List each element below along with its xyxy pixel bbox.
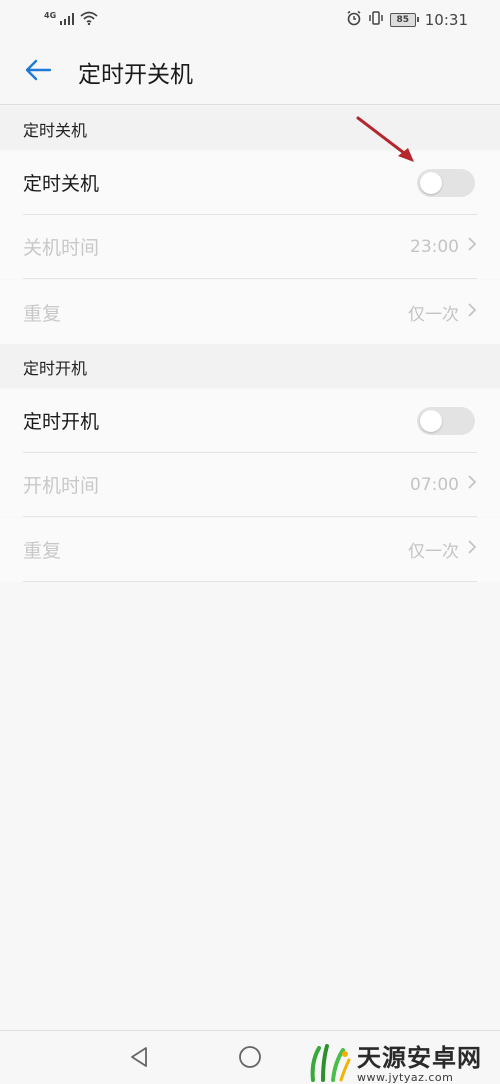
triangle-back-icon: [128, 1045, 150, 1073]
screen: 4G 85 10:31 定时开关机 定时关机 定时关机 关机时间 23:00 重…: [0, 0, 500, 1084]
shutdown-repeat-row[interactable]: 重复 仅一次: [0, 280, 500, 344]
boot-repeat-value: 仅一次: [408, 542, 459, 562]
battery-icon: 85: [389, 13, 419, 27]
boot-time-label: 开机时间: [23, 475, 100, 497]
boot-repeat-value-group: 仅一次: [408, 537, 477, 562]
boot-repeat-row[interactable]: 重复 仅一次: [0, 518, 500, 582]
app-header: 定时开关机: [0, 40, 500, 105]
circle-home-icon: [237, 1044, 263, 1074]
watermark-url: www.jytyaz.com: [357, 1070, 454, 1084]
shutdown-toggle-label: 定时关机: [23, 173, 100, 195]
boot-toggle-label: 定时开机: [23, 411, 100, 433]
chevron-right-icon: [467, 236, 477, 257]
toggle-knob: [420, 171, 442, 194]
clock: 10:31: [424, 11, 468, 29]
boot-time-value: 07:00: [410, 474, 459, 495]
section-header-shutdown: 定时关机: [0, 106, 500, 150]
toggle-knob: [420, 409, 442, 432]
shutdown-repeat-value: 仅一次: [408, 304, 459, 325]
status-bar: 4G 85 10:31: [0, 0, 500, 40]
shutdown-time-row[interactable]: 关机时间 23:00: [0, 215, 500, 279]
shutdown-toggle-switch[interactable]: [417, 168, 475, 197]
shutdown-time-value: 23:00: [410, 236, 459, 257]
arrow-left-icon: [24, 58, 52, 86]
status-right: 85 10:31: [346, 10, 468, 30]
boot-toggle-switch[interactable]: [417, 406, 475, 435]
nav-home-button[interactable]: [235, 1044, 265, 1074]
alarm-icon: [346, 10, 362, 30]
shutdown-repeat-label: 重复: [23, 302, 62, 325]
shutdown-time-label: 关机时间: [23, 237, 100, 259]
boot-toggle-row[interactable]: 定时开机: [0, 389, 500, 453]
watermark-name: 天源安卓网: [357, 1043, 482, 1072]
nav-back-button[interactable]: [124, 1044, 154, 1074]
network-type: 4G: [44, 10, 57, 20]
watermark: 天源安卓网 www.jytyaz.com: [305, 1044, 500, 1084]
chevron-right-icon: [467, 474, 477, 495]
page-title: 定时开关机: [78, 62, 193, 88]
watermark-logo-icon: [305, 1042, 351, 1084]
chevron-right-icon: [467, 539, 477, 560]
shutdown-repeat-value-group: 仅一次: [408, 300, 477, 325]
watermark-text: 天源安卓网 www.jytyaz.com: [357, 1046, 482, 1083]
wifi-icon: [80, 11, 98, 29]
vibrate-icon: [368, 10, 384, 30]
shutdown-time-value-group: 23:00: [410, 236, 477, 257]
annotation-arrow-icon: [356, 116, 414, 162]
boot-time-row[interactable]: 开机时间 07:00: [0, 453, 500, 517]
boot-repeat-label: 重复: [23, 540, 62, 562]
chevron-right-icon: [467, 302, 477, 323]
signal-icon: [60, 11, 75, 29]
back-button[interactable]: [18, 52, 58, 92]
status-left: 4G: [44, 11, 98, 29]
boot-time-value-group: 07:00: [410, 474, 477, 495]
shutdown-toggle-row[interactable]: 定时关机: [0, 151, 500, 215]
section-header-boot: 定时开机: [0, 344, 500, 388]
